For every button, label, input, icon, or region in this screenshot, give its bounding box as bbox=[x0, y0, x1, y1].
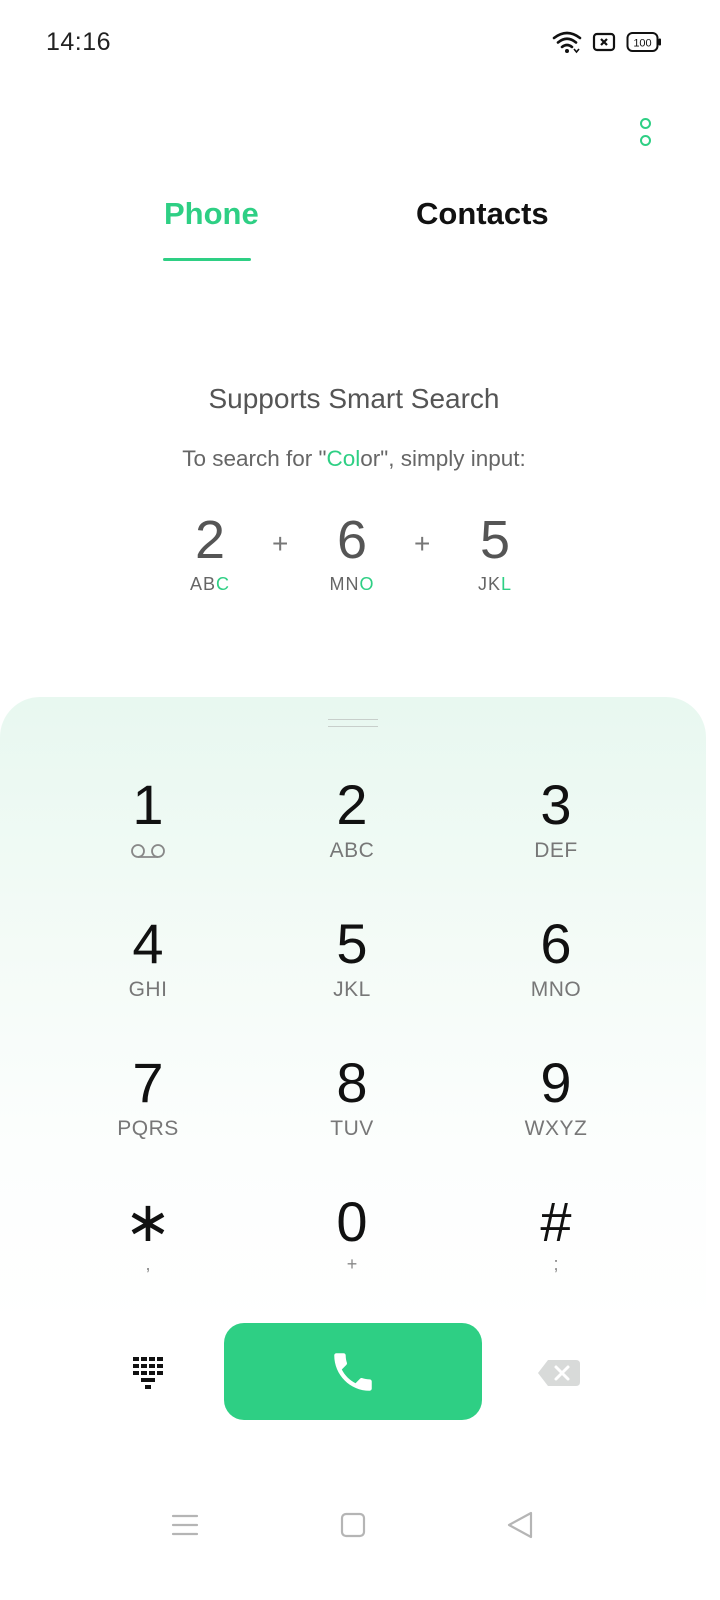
delete-button[interactable] bbox=[536, 1358, 582, 1388]
dial-key-1[interactable]: 1 bbox=[68, 775, 228, 895]
backspace-icon bbox=[538, 1360, 580, 1386]
dial-digit: 7 bbox=[132, 1051, 164, 1114]
back-icon[interactable] bbox=[505, 1510, 535, 1540]
status-icons: 100 bbox=[552, 30, 662, 54]
phone-icon bbox=[334, 1352, 372, 1391]
dial-digit: ∗ bbox=[124, 1190, 172, 1253]
tab-contacts[interactable]: Contacts bbox=[416, 196, 549, 232]
dial-digit: 1 bbox=[132, 773, 164, 836]
plus-sign: + bbox=[414, 528, 431, 559]
example-key: 5 JKL bbox=[455, 510, 535, 595]
dial-digit: 0 bbox=[336, 1190, 368, 1253]
dial-letters: MNO bbox=[530, 978, 582, 1001]
dial-key-2[interactable]: 2 ABC bbox=[272, 775, 432, 895]
smart-search-example: 2 ABC + 6 MNO + 5 JKL bbox=[0, 510, 720, 610]
status-time: 14:16 bbox=[46, 28, 112, 56]
dial-key-0[interactable]: 0 + bbox=[272, 1192, 432, 1312]
dial-key-5[interactable]: 5 JKL bbox=[272, 914, 432, 1034]
smart-search-title: Supports Smart Search bbox=[208, 383, 500, 414]
example-digit: 6 bbox=[336, 510, 368, 570]
example-letters: ABC bbox=[189, 574, 230, 594]
dial-digit: 2 bbox=[336, 773, 368, 836]
battery-icon: 100 bbox=[626, 32, 661, 52]
subtitle-after: or", simply input: bbox=[360, 446, 526, 471]
dial-key-7[interactable]: 7 PQRS bbox=[68, 1053, 228, 1173]
dial-digit: # bbox=[540, 1190, 572, 1253]
more-options-button[interactable] bbox=[630, 112, 660, 152]
system-nav-bar bbox=[0, 1500, 720, 1550]
dial-letters: JKL bbox=[333, 978, 371, 1001]
dial-letters: PQRS bbox=[117, 1117, 179, 1140]
dial-digit: 8 bbox=[336, 1051, 368, 1114]
dial-letters: , bbox=[145, 1254, 151, 1274]
dialpad-panel: 1 2 ABC 3 DEF 4 GHI 5 JKL 6 MNO 7 PQRS 8… bbox=[0, 697, 706, 1600]
voicemail-icon bbox=[131, 844, 165, 858]
example-key: 6 MNO bbox=[312, 510, 392, 595]
dial-key-9[interactable]: 9 WXYZ bbox=[476, 1053, 636, 1173]
tab-phone[interactable]: Phone bbox=[164, 196, 259, 232]
dialpad-grid-icon bbox=[133, 1357, 163, 1389]
dial-digit: 6 bbox=[540, 912, 572, 975]
example-digit: 2 bbox=[194, 510, 226, 570]
drag-handle[interactable] bbox=[328, 719, 378, 727]
dial-key-8[interactable]: 8 TUV bbox=[272, 1053, 432, 1173]
battery-level: 100 bbox=[633, 38, 651, 50]
dial-key-hash[interactable]: # ; bbox=[476, 1192, 636, 1312]
sim-card-icon bbox=[592, 32, 616, 52]
dial-letters: WXYZ bbox=[524, 1117, 588, 1140]
subtitle-accent: Col bbox=[326, 446, 361, 471]
dial-key-6[interactable]: 6 MNO bbox=[476, 914, 636, 1034]
dial-letters: ; bbox=[553, 1254, 559, 1274]
home-icon[interactable] bbox=[339, 1510, 367, 1540]
dial-key-star[interactable]: ∗ , bbox=[68, 1192, 228, 1312]
wifi-icon bbox=[552, 31, 582, 54]
dial-letters: ABC bbox=[329, 839, 375, 862]
subtitle-before: To search for " bbox=[182, 446, 327, 471]
dial-digit: 9 bbox=[540, 1051, 572, 1114]
dial-key-4[interactable]: 4 GHI bbox=[68, 914, 228, 1034]
menu-icon[interactable] bbox=[171, 1510, 199, 1540]
dial-letters: DEF bbox=[534, 839, 578, 862]
active-tab-indicator bbox=[163, 258, 251, 261]
call-button[interactable] bbox=[224, 1323, 482, 1420]
dial-letters: TUV bbox=[330, 1117, 374, 1140]
dial-digit: 4 bbox=[132, 912, 164, 975]
example-letters: MNO bbox=[329, 574, 375, 594]
dial-digit: 5 bbox=[336, 912, 368, 975]
example-key: 2 ABC bbox=[170, 510, 250, 595]
dial-letters: + bbox=[346, 1254, 358, 1274]
smart-search-subtitle: To search for "Color", simply input: bbox=[0, 446, 708, 472]
more-dot-icon bbox=[639, 118, 651, 129]
dial-key-3[interactable]: 3 DEF bbox=[476, 775, 636, 895]
plus-sign: + bbox=[272, 528, 289, 559]
dial-digit: 3 bbox=[540, 773, 572, 836]
example-letters: JKL bbox=[477, 574, 513, 594]
more-dot-icon bbox=[639, 135, 651, 146]
example-digit: 5 bbox=[479, 510, 511, 570]
tab-bar: Phone Contacts bbox=[0, 196, 720, 266]
dial-letters: GHI bbox=[128, 978, 168, 1001]
status-bar: 14:16 100 bbox=[0, 0, 720, 88]
dialpad-toggle-button[interactable] bbox=[128, 1352, 170, 1392]
